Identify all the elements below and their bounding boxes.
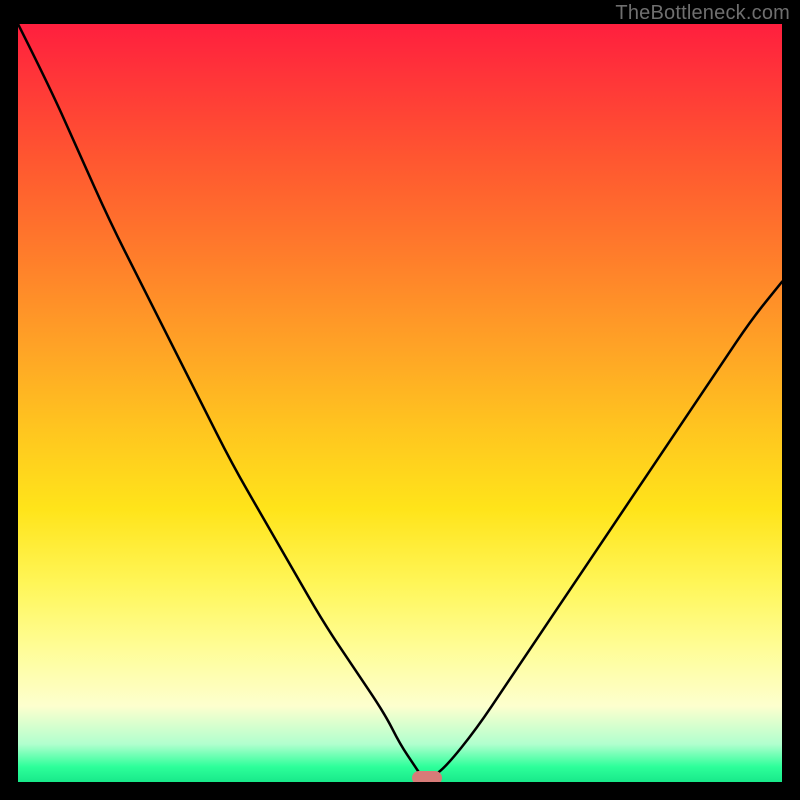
- bottleneck-curve: [18, 24, 782, 782]
- optimal-point-marker: [412, 771, 442, 782]
- chart-frame: TheBottleneck.com: [0, 0, 800, 800]
- watermark-text: TheBottleneck.com: [615, 2, 790, 25]
- plot-area: [18, 24, 782, 782]
- curve-path: [18, 24, 782, 778]
